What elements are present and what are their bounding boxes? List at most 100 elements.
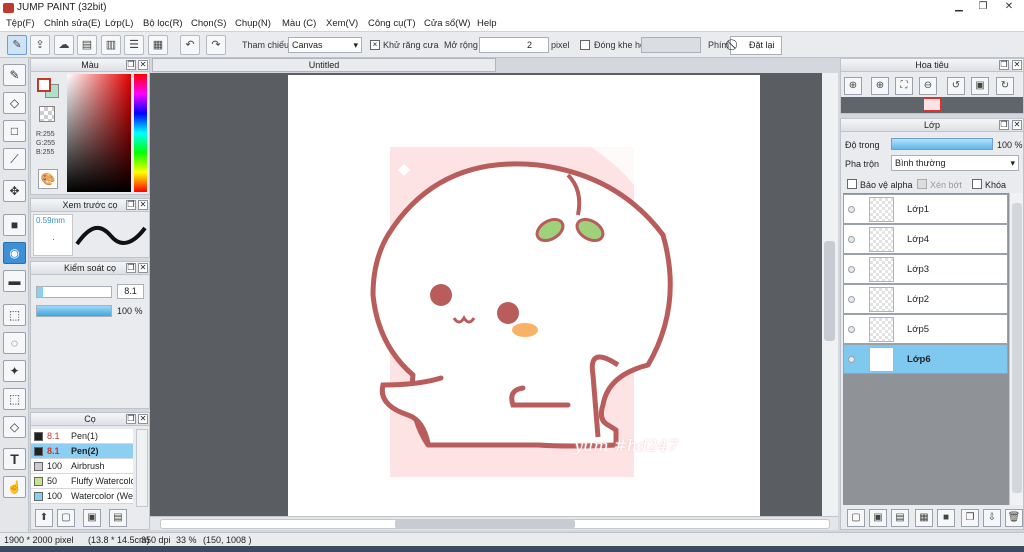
export-icon[interactable]: ⇪ [30, 35, 50, 55]
palette-icon[interactable]: 🎨 [38, 169, 58, 189]
folder-icon[interactable]: ■ [937, 509, 955, 527]
menu-capture[interactable]: Chụp(N) [235, 18, 271, 29]
menu-tools[interactable]: Công cụ(T) [368, 18, 416, 29]
comment-icon[interactable]: ▤ [77, 35, 97, 55]
rectangle-tool-icon[interactable]: □ [3, 120, 26, 142]
layer-opacity-slider[interactable] [891, 138, 993, 150]
add-brush-icon[interactable]: ⬆ [35, 509, 53, 527]
pen-settings-icon[interactable]: ✎ [7, 35, 27, 55]
panel-close-icon[interactable]: ✕ [138, 200, 148, 210]
antialias-checkbox[interactable]: × [370, 40, 380, 50]
close-gap-checkbox[interactable] [580, 40, 590, 50]
brush-tool-icon[interactable]: ✎ [3, 64, 26, 86]
brush-item[interactable]: 100 Watercolor (Wet) [31, 489, 133, 504]
delete-layer-icon[interactable]: 🗑 [1005, 509, 1023, 527]
select-eraser-tool-icon[interactable]: ◇ [3, 416, 26, 438]
protect-alpha-checkbox[interactable] [847, 179, 857, 189]
new-layer-icon[interactable]: ▢ [847, 509, 865, 527]
canvas-paper[interactable]: yum #hd247 [288, 75, 760, 517]
panel-float-icon[interactable]: ❐ [999, 120, 1009, 130]
close-gap-slider[interactable] [641, 37, 701, 53]
menu-file[interactable]: Tệp(F) [6, 18, 35, 29]
visibility-toggle[interactable] [848, 356, 855, 363]
line-tool-icon[interactable]: ⟋ [3, 148, 26, 170]
copy-layer-icon[interactable]: ❐ [961, 509, 979, 527]
panel-float-icon[interactable]: ❐ [126, 414, 136, 424]
fill-rect-tool-icon[interactable]: ■ [3, 214, 26, 236]
navigator-preview[interactable] [841, 97, 1023, 113]
panel-float-icon[interactable]: ❐ [126, 60, 136, 70]
visibility-toggle[interactable] [848, 236, 855, 243]
restore-icon[interactable]: ❐ [972, 0, 994, 14]
lock-checkbox[interactable] [972, 179, 982, 189]
gradient-tool-icon[interactable]: ▬ [3, 270, 26, 292]
brush-item[interactable]: 8.1 Pen(1) [31, 429, 133, 444]
flip-icon[interactable]: ▣ [971, 77, 989, 95]
transparent-color-swatch[interactable] [39, 106, 55, 122]
layer-row[interactable]: Lớp5 [843, 314, 1008, 344]
brush-settings-icon[interactable]: ▤ [109, 509, 127, 527]
eraser-tool-icon[interactable]: ◇ [3, 92, 26, 114]
vertical-scroll-thumb[interactable] [824, 241, 835, 341]
list-icon[interactable]: ☰ [124, 35, 144, 55]
new-brush-icon[interactable]: ▢ [57, 509, 75, 527]
visibility-toggle[interactable] [848, 206, 855, 213]
move-tool-icon[interactable]: ✥ [3, 180, 26, 202]
text-tool-icon[interactable]: T [3, 448, 26, 470]
menu-color[interactable]: Màu (C) [282, 18, 316, 29]
expand-input[interactable]: 2 [479, 37, 549, 53]
foreground-color-swatch[interactable] [37, 78, 51, 92]
menu-layer[interactable]: Lớp(L) [105, 18, 133, 29]
minimize-icon[interactable]: ▁ [948, 0, 970, 14]
panel-float-icon[interactable]: ❐ [126, 263, 136, 273]
zoom-fit-icon[interactable]: ⊕ [844, 77, 862, 95]
panel-close-icon[interactable]: ✕ [138, 263, 148, 273]
merge-layer-icon[interactable]: ⇩ [983, 509, 1001, 527]
rotate-right-icon[interactable]: ↻ [996, 77, 1014, 95]
menu-view[interactable]: Xem(V) [326, 18, 358, 29]
canvas-horizontal-scrollbar[interactable] [150, 516, 838, 530]
layer-list-scrollbar[interactable] [1009, 193, 1023, 505]
canvas-vertical-scrollbar[interactable] [822, 73, 838, 516]
layer-row[interactable]: Lớp1 [843, 194, 1008, 224]
blend-mode-select[interactable]: Bình thường ▾ [891, 155, 1019, 171]
navigator-viewport[interactable] [923, 98, 941, 111]
reset-button[interactable]: ⃠ Đặt lại [730, 36, 782, 55]
canvas-tab[interactable]: Untitled [152, 58, 496, 72]
brush-opacity-slider[interactable] [36, 305, 112, 317]
hand-tool-icon[interactable]: ☝ [3, 476, 26, 498]
brush-list-scrollbar[interactable] [136, 429, 148, 507]
chat-icon[interactable]: ☁ [54, 35, 74, 55]
menu-select[interactable]: Chọn(S) [191, 18, 226, 29]
magic-wand-tool-icon[interactable]: ✦ [3, 360, 26, 382]
brush-size-input[interactable]: 8.1 [117, 284, 144, 299]
document-icon[interactable]: ▥ [101, 35, 121, 55]
redo-icon[interactable]: ↷ [206, 35, 226, 55]
hue-slider[interactable] [134, 74, 147, 192]
brush-item[interactable]: 100 Airbrush [31, 459, 133, 474]
duplicate-layer-icon[interactable]: ▤ [891, 509, 909, 527]
brush-size-slider[interactable] [36, 286, 112, 298]
zoom-in-icon[interactable]: ⊕ [871, 77, 889, 95]
select-pen-tool-icon[interactable]: ⬚ [3, 388, 26, 410]
reference-select[interactable]: Canvas ▾ [288, 37, 362, 53]
fit-window-icon[interactable]: ⛶ [895, 77, 913, 95]
panel-close-icon[interactable]: ✕ [1012, 120, 1022, 130]
menu-window[interactable]: Cửa sổ(W) [424, 18, 470, 29]
layer-row[interactable]: Lớp6 [843, 344, 1008, 374]
saturation-value-picker[interactable] [67, 74, 131, 192]
close-icon[interactable]: ✕ [998, 0, 1020, 14]
grid-icon[interactable]: ▦ [148, 35, 168, 55]
brush-menu-icon[interactable]: ▣ [83, 509, 101, 527]
panel-float-icon[interactable]: ❐ [126, 200, 136, 210]
panel-close-icon[interactable]: ✕ [138, 414, 148, 424]
menu-help[interactable]: Help [477, 18, 497, 29]
visibility-toggle[interactable] [848, 266, 855, 273]
panel-close-icon[interactable]: ✕ [1012, 60, 1022, 70]
horizontal-scroll-thumb[interactable] [395, 519, 575, 529]
menu-filter[interactable]: Bộ lọc(R) [143, 18, 183, 29]
zoom-out-icon[interactable]: ⊖ [919, 77, 937, 95]
visibility-toggle[interactable] [848, 326, 855, 333]
raster-layer-icon[interactable]: ▦ [915, 509, 933, 527]
brush-item[interactable]: 50 Fluffy Watercolor [31, 474, 133, 489]
